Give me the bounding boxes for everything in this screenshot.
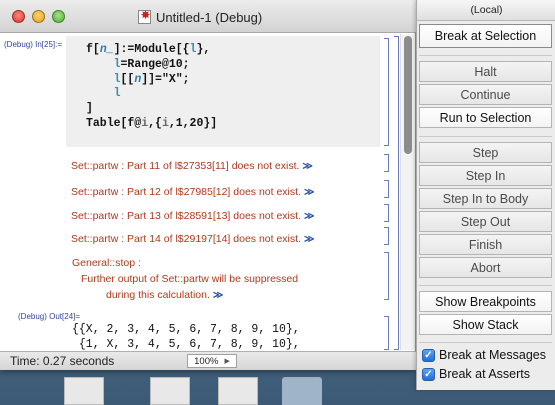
break-at-asserts-checkbox[interactable]: ✓ Break at Asserts (422, 367, 530, 381)
cell-brackets[interactable] (380, 34, 400, 350)
code-line: l=Range@10; (113, 57, 190, 71)
debugger-context-title: (Local) (417, 0, 555, 21)
finish-button[interactable]: Finish (419, 234, 552, 255)
break-at-selection-button[interactable]: Break at Selection (419, 24, 552, 48)
desktop-file-icon[interactable] (150, 377, 190, 405)
message-more-link[interactable]: ≫ (213, 290, 223, 301)
message-text: Set::partw : Part 14 of l$29197[14] does… (71, 233, 301, 245)
checkbox-label: Break at Asserts (439, 367, 531, 381)
message-text: Set::partw : Part 13 of l$28591[13] does… (71, 210, 301, 222)
window-title-group: Untitled-1 (Debug) (138, 8, 262, 26)
halt-button[interactable]: Halt (419, 61, 552, 82)
code-line: l[[n]]="X"; (113, 72, 190, 86)
code-line: f[n_]:=Module[{l}, (86, 43, 211, 56)
cell-bracket[interactable] (384, 252, 389, 300)
message-text: Set::partw : Part 12 of l$27985[12] does… (71, 186, 301, 198)
status-bar: Time: 0.27 seconds 100% ▶ (0, 351, 416, 370)
abort-button[interactable]: Abort (419, 257, 552, 278)
divider (419, 136, 552, 137)
debugger-panel: (Local) Break at Selection Halt Continue… (416, 0, 555, 390)
message-line: Set::partw : Part 13 of l$28591[13] does… (71, 210, 314, 222)
desktop-file-icon[interactable] (64, 377, 104, 405)
message-text: Set::partw : Part 11 of l$27353[11] does… (71, 160, 300, 172)
close-window-button[interactable] (12, 10, 25, 23)
message-more-link[interactable]: ≫ (304, 211, 314, 222)
checkbox-label: Break at Messages (439, 348, 546, 362)
message-more-link[interactable]: ≫ (302, 161, 312, 172)
cell-bracket[interactable] (384, 316, 389, 350)
cell-bracket[interactable] (384, 204, 389, 222)
scrollbar-thumb[interactable] (404, 36, 412, 154)
cell-bracket[interactable] (384, 38, 389, 146)
output-line: {1, X, 3, 4, 5, 6, 7, 8, 9, 10}, (72, 338, 300, 350)
zoom-dropdown-icon: ▶ (224, 358, 230, 365)
mathematica-document-icon (138, 8, 152, 24)
notebook-window: Untitled-1 (Debug) (Debug) In[25]:= f[n_… (0, 0, 416, 370)
message-line: Set::partw : Part 12 of l$27985[12] does… (71, 186, 314, 198)
continue-button[interactable]: Continue (419, 84, 552, 105)
window-titlebar[interactable]: Untitled-1 (Debug) (0, 0, 416, 33)
divider (419, 285, 552, 286)
output-label: (Debug) Out[24]= (18, 312, 81, 321)
checkmark-icon[interactable]: ✓ (422, 367, 435, 381)
code-line: l (113, 87, 121, 101)
show-breakpoints-button[interactable]: Show Breakpoints (419, 291, 552, 312)
message-line: Set::partw : Part 14 of l$29197[14] does… (71, 233, 314, 245)
message-more-link[interactable]: ≫ (304, 187, 314, 198)
run-to-selection-button[interactable]: Run to Selection (419, 107, 552, 128)
zoom-menu[interactable]: 100% ▶ (187, 354, 237, 368)
notebook-content[interactable]: (Debug) In[25]:= f[n_]:=Module[{l}, l=Ra… (0, 34, 400, 350)
output-cell[interactable]: {{X, 2, 3, 4, 5, 6, 7, 8, 9, 10}, {1, X,… (72, 322, 300, 350)
code-line: ] (86, 102, 93, 116)
code-line: Table[f@i,{i,1,20}] (86, 116, 218, 130)
desktop-folder-icon[interactable] (282, 377, 322, 405)
checkmark-icon[interactable]: ✓ (422, 348, 435, 362)
vertical-scrollbar[interactable] (400, 34, 415, 350)
stop-message-tail: during this calculation. ≫ (72, 287, 298, 304)
stop-message: General::stop : Further output of Set::p… (72, 255, 298, 304)
step-button[interactable]: Step (419, 142, 552, 163)
cell-bracket[interactable] (384, 180, 389, 198)
stop-message-head: General::stop : (72, 257, 141, 269)
cell-bracket[interactable] (384, 154, 389, 172)
output-line: {{X, 2, 3, 4, 5, 6, 7, 8, 9, 10}, (72, 323, 300, 336)
desktop-file-icon[interactable] (218, 377, 258, 405)
input-label: (Debug) In[25]:= (4, 40, 63, 49)
input-cell[interactable]: f[n_]:=Module[{l}, l=Range@10; l[[n]]="X… (66, 36, 380, 147)
zoom-window-button[interactable] (52, 10, 65, 23)
message-line: Set::partw : Part 11 of l$27353[11] does… (71, 160, 313, 172)
message-more-link[interactable]: ≫ (304, 234, 314, 245)
step-in-button[interactable]: Step In (419, 165, 552, 186)
zoom-value: 100% (194, 355, 219, 367)
timing-text: Time: 0.27 seconds (10, 354, 115, 368)
minimize-window-button[interactable] (32, 10, 45, 23)
divider (419, 342, 552, 343)
window-title: Untitled-1 (Debug) (156, 9, 263, 25)
stop-message-body: Further output of Set::partw will be sup… (81, 273, 299, 285)
cell-bracket[interactable] (384, 227, 389, 245)
cell-group-bracket[interactable] (394, 36, 399, 350)
horizontal-scrollbar[interactable] (241, 356, 401, 366)
step-in-to-body-button[interactable]: Step In to Body (419, 188, 552, 209)
show-stack-button[interactable]: Show Stack (419, 314, 552, 335)
break-at-messages-checkbox[interactable]: ✓ Break at Messages (422, 348, 546, 362)
stop-message-tail-text: during this calculation. (106, 289, 210, 301)
step-out-button[interactable]: Step Out (419, 211, 552, 232)
divider (419, 55, 552, 56)
